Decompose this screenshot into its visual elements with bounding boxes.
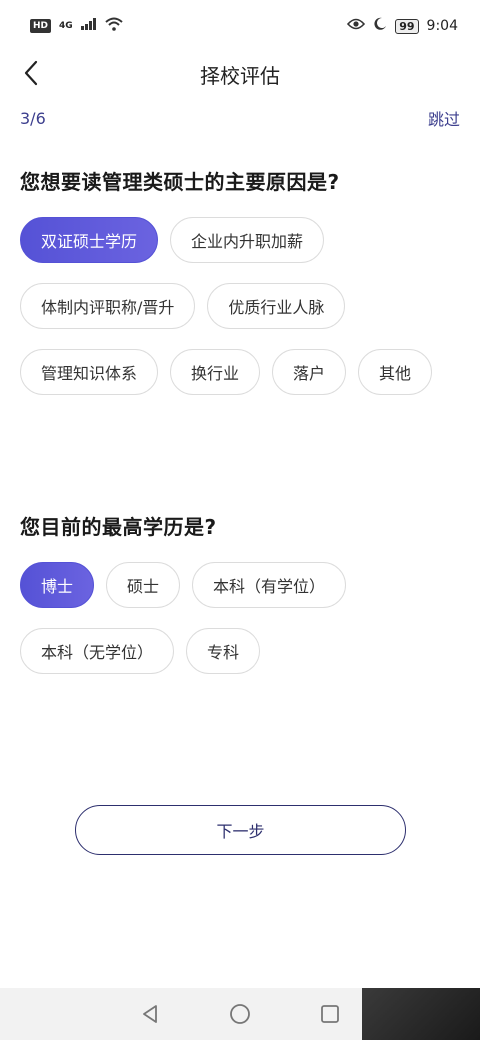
status-left: HD 4G [30, 17, 123, 35]
option-bachelor-without-degree[interactable]: 本科（无学位） [20, 628, 175, 674]
watermark-overlay [362, 988, 480, 1040]
status-right: 99 9:04 [347, 17, 458, 35]
question-education-title: 您目前的最高学历是? [20, 515, 217, 539]
progress-row: 3/6 跳过 [20, 104, 460, 132]
option-management-knowledge[interactable]: 管理知识体系 [20, 349, 159, 395]
option-industry-network[interactable]: 优质行业人脉 [207, 283, 346, 329]
next-step-button[interactable]: 下一步 [75, 805, 406, 855]
moon-icon [373, 17, 387, 35]
signal-label: 4G [59, 21, 73, 31]
option-dual-certificate[interactable]: 双证硕士学历 [20, 217, 159, 263]
home-circle-icon[interactable] [227, 1001, 253, 1027]
skip-link[interactable]: 跳过 [428, 106, 460, 130]
option-associate[interactable]: 专科 [186, 628, 261, 674]
recent-apps-square-icon[interactable] [317, 1001, 343, 1027]
page-title: 择校评估 [200, 64, 280, 88]
step-indicator: 3/6 [20, 108, 46, 128]
wifi-icon [105, 17, 123, 35]
nav-bar: 择校评估 [0, 52, 480, 98]
option-change-industry[interactable]: 换行业 [170, 349, 261, 395]
battery-indicator: 99 [395, 18, 419, 34]
signal-icon [80, 18, 97, 34]
option-title-promotion[interactable]: 体制内评职称/晋升 [20, 283, 196, 329]
clock: 9:04 [426, 18, 458, 34]
option-doctorate[interactable]: 博士 [20, 562, 95, 608]
option-other[interactable]: 其他 [358, 349, 433, 395]
back-triangle-icon[interactable] [137, 1001, 163, 1027]
reason-options: 双证硕士学历 企业内升职加薪 体制内评职称/晋升 优质行业人脉 管理知识体系 换… [20, 217, 460, 395]
education-options: 博士 硕士 本科（有学位） 本科（无学位） 专科 [20, 562, 460, 674]
option-promotion-raise[interactable]: 企业内升职加薪 [170, 217, 325, 263]
option-hukou[interactable]: 落户 [272, 349, 347, 395]
question-reason-title: 您想要读管理类硕士的主要原因是? [20, 170, 340, 194]
option-bachelor-with-degree[interactable]: 本科（有学位） [192, 562, 347, 608]
option-master[interactable]: 硕士 [106, 562, 181, 608]
status-bar: HD 4G 99 9:04 [0, 0, 480, 52]
hd-badge: HD [30, 19, 52, 33]
eye-icon [347, 17, 366, 35]
